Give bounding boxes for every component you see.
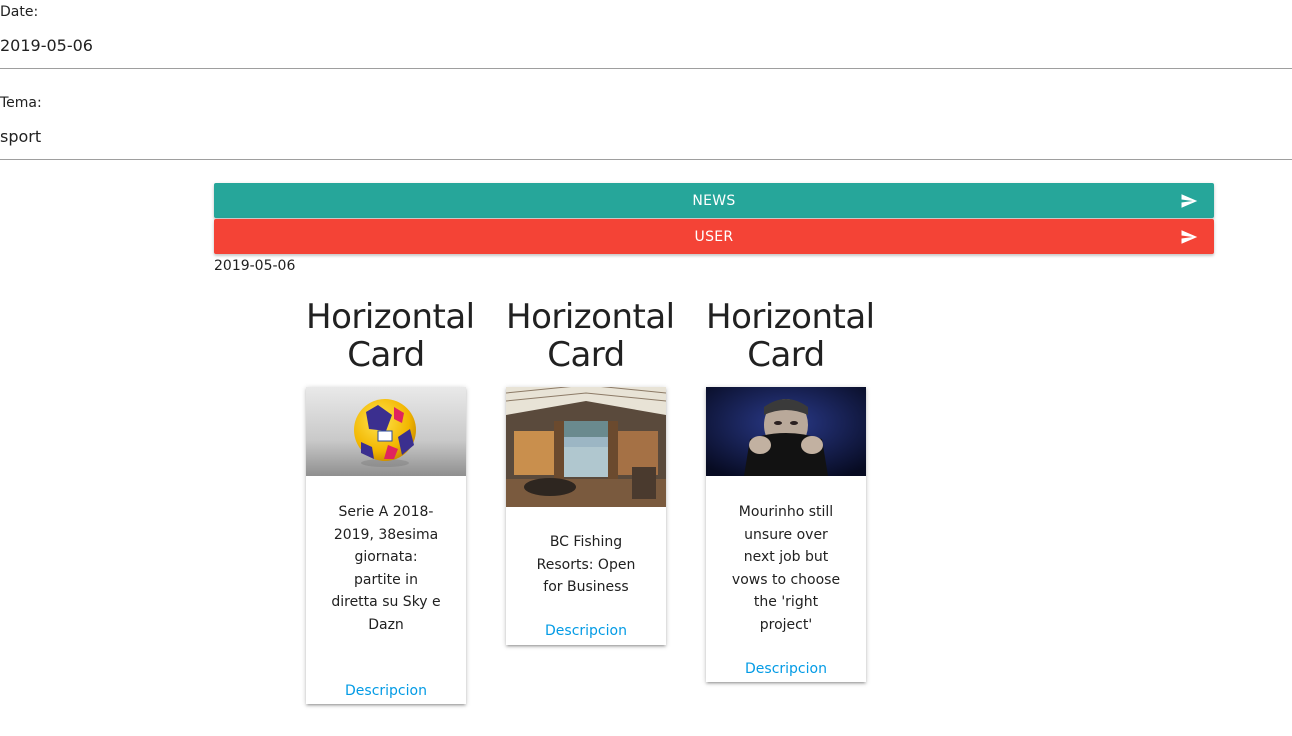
descripcion-link[interactable]: Descripcion — [306, 683, 466, 699]
news-button-label: NEWS — [692, 192, 736, 209]
send-icon — [1181, 194, 1198, 208]
date-field[interactable]: Date: 2019-05-06 — [0, 0, 1292, 69]
card-content: BC Fishing Resorts: Open for Business — [506, 507, 666, 599]
card-content: Serie A 2018-2019, 38esima giornata: par… — [306, 476, 466, 636]
user-button-label: USER — [694, 228, 734, 245]
descripcion-link[interactable]: Descripcion — [706, 661, 866, 677]
card-column: Horizontal Card Serie A 2018-2019, 38esi… — [306, 297, 475, 704]
card-image — [306, 387, 466, 476]
card-heading: Horizontal Card — [306, 297, 475, 375]
card-heading: Horizontal Card — [506, 297, 675, 375]
descripcion-link[interactable]: Descripcion — [506, 623, 666, 639]
news-card: Serie A 2018-2019, 38esima giornata: par… — [306, 387, 466, 704]
card-image — [506, 387, 666, 507]
card-content: Mourinho still unsure over next job but … — [706, 476, 866, 636]
tema-input[interactable]: sport — [0, 127, 41, 146]
card-column: Horizontal Card Mourinho still unsure ov… — [706, 297, 875, 682]
current-date: 2019-05-06 — [214, 258, 296, 274]
news-button[interactable]: NEWS — [214, 183, 1214, 218]
card-heading: Horizontal Card — [706, 297, 875, 375]
news-card: BC Fishing Resorts: Open for Business De… — [506, 387, 666, 645]
send-icon — [1181, 230, 1198, 244]
user-button[interactable]: USER — [214, 219, 1214, 254]
tema-label: Tema: — [0, 95, 42, 111]
tema-field[interactable]: Tema: sport — [0, 91, 1292, 160]
card-title: Mourinho still unsure over next job but … — [731, 504, 841, 633]
card-title: Serie A 2018-2019, 38esima giornata: par… — [331, 504, 441, 633]
news-card: Mourinho still unsure over next job but … — [706, 387, 866, 682]
card-column: Horizontal Card BC Fishing Resorts: Open… — [506, 297, 675, 645]
date-input[interactable]: 2019-05-06 — [0, 36, 93, 55]
date-label: Date: — [0, 4, 39, 20]
card-image — [706, 387, 866, 476]
card-title: BC Fishing Resorts: Open for Business — [536, 534, 636, 595]
